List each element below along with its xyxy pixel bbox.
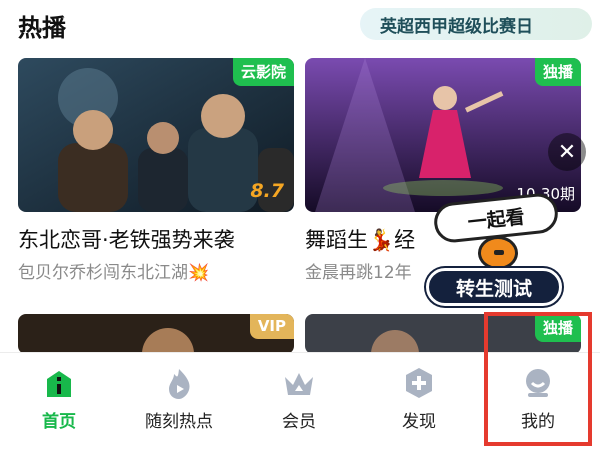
pumpkin-icon	[478, 236, 518, 270]
home-icon	[47, 371, 71, 397]
video-thumbnail[interactable]: 云影院 8.7	[18, 58, 294, 212]
tab-discover[interactable]: 发现	[364, 365, 474, 432]
exclusive-tag: 独播	[534, 58, 581, 86]
video-thumbnail[interactable]: VIP	[18, 314, 294, 354]
promo-sticker[interactable]: 一起看 转生测试	[420, 191, 576, 310]
tab-label: 首页	[42, 412, 76, 432]
tab-label: 发现	[402, 412, 436, 432]
highlight-box	[484, 312, 592, 446]
tab-label: 会员	[282, 412, 316, 432]
video-title[interactable]: 东北恋哥·老铁强势来袭	[18, 224, 294, 254]
video-card[interactable]: 云影院 8.7 东北恋哥·老铁强势来袭 包贝尔乔杉闯东北江湖💥	[18, 58, 294, 283]
tab-label: 随刻热点	[145, 412, 213, 432]
discover-plus-icon	[406, 368, 432, 398]
section-title: 热播	[18, 14, 66, 42]
video-subtitle: 包贝尔乔杉闯东北江湖💥	[18, 263, 210, 283]
tab-vip[interactable]: 会员	[244, 365, 354, 432]
tab-home[interactable]: 首页	[4, 365, 114, 432]
sports-banner[interactable]: 英超西甲超级比赛日	[360, 8, 592, 40]
flame-icon	[169, 369, 190, 399]
close-icon[interactable]: ✕	[548, 133, 586, 171]
video-card[interactable]: VIP	[18, 314, 294, 354]
video-thumbnail[interactable]: 独播 10-30期	[305, 58, 581, 212]
crown-icon	[285, 373, 313, 395]
cinema-tag: 云影院	[232, 58, 294, 86]
vip-tag: VIP	[249, 314, 294, 339]
rating-score: 8.7	[250, 180, 284, 202]
tab-hot[interactable]: 随刻热点	[124, 365, 234, 432]
promo-rebirth-test: 转生测试	[426, 268, 562, 306]
